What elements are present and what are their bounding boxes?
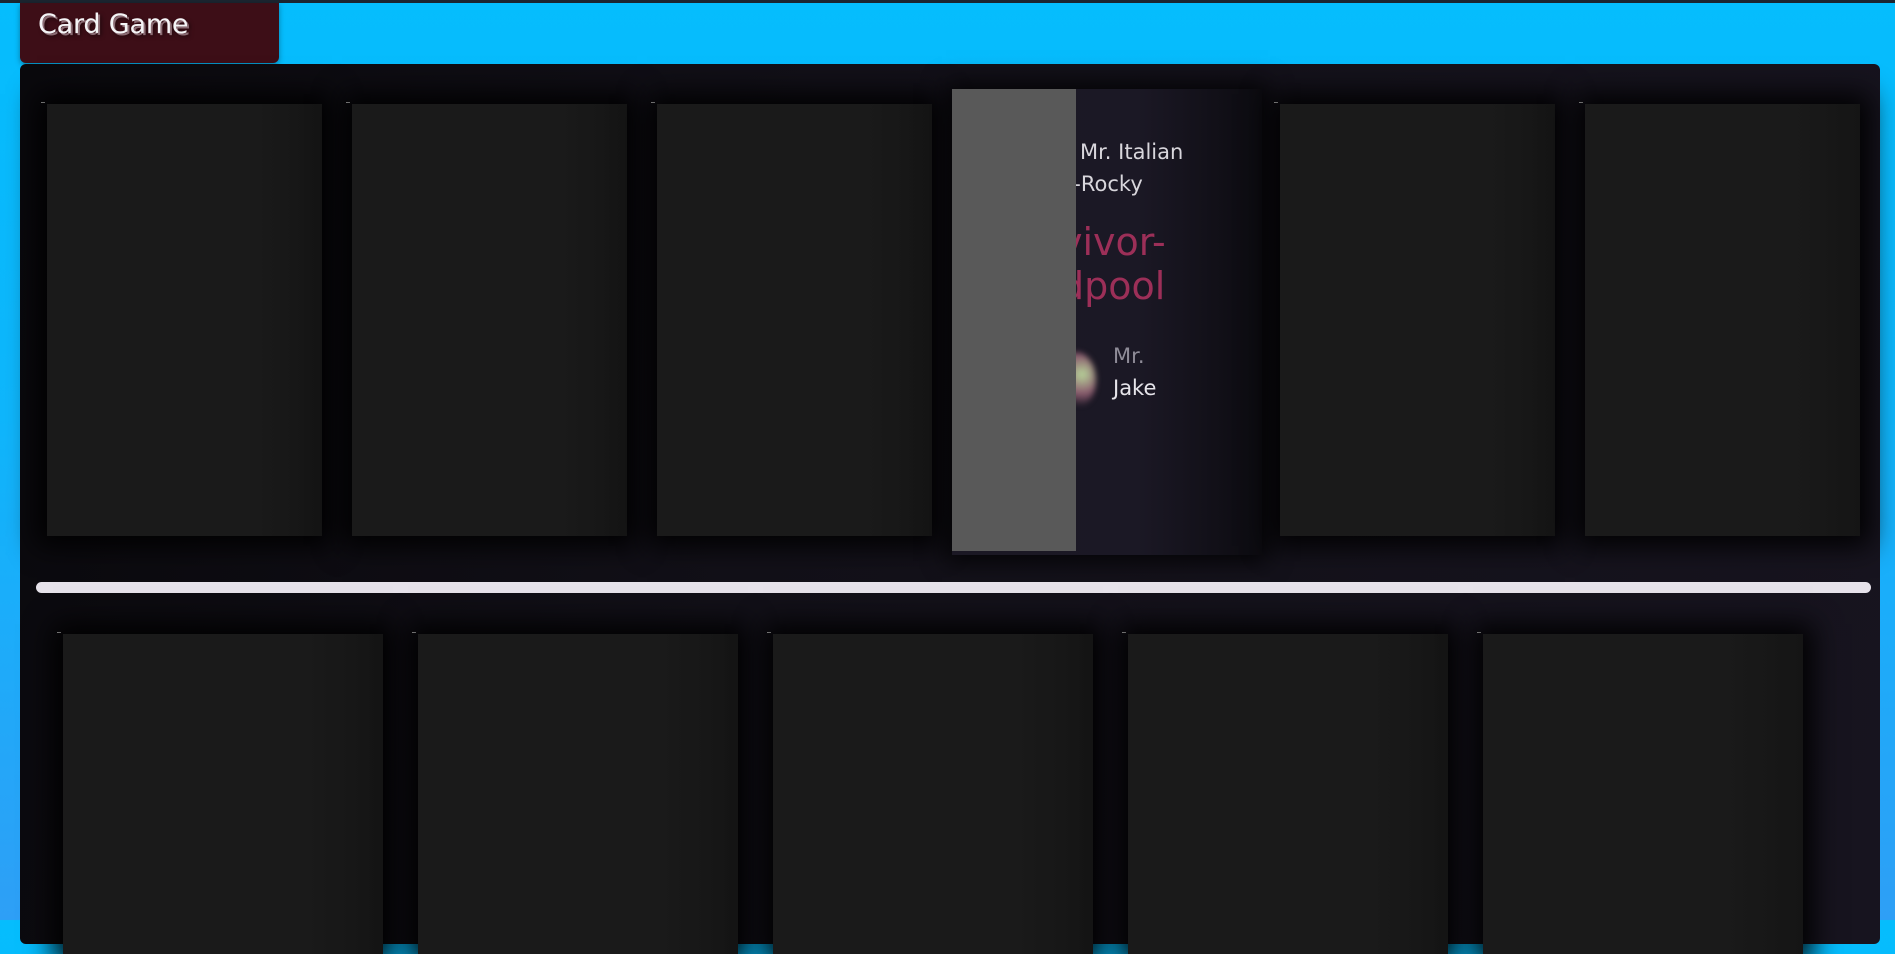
card-back <box>63 634 383 954</box>
card-marker <box>346 102 350 103</box>
card-back <box>47 104 322 536</box>
card-marker <box>1579 102 1583 103</box>
card-bottom-1[interactable] <box>57 632 383 954</box>
card-back <box>1280 104 1555 536</box>
card-flip-panel <box>952 89 1076 551</box>
card-back <box>1585 104 1860 536</box>
card-bottom-5[interactable] <box>1477 632 1803 954</box>
card-marker <box>1122 632 1126 633</box>
card-user-prefix: Mr. <box>1113 344 1145 368</box>
card-back <box>352 104 627 536</box>
card-marker <box>412 632 416 633</box>
card-bottom-4[interactable] <box>1122 632 1448 954</box>
card-marker <box>1274 102 1278 103</box>
card-marker <box>651 102 655 103</box>
card-back <box>418 634 738 954</box>
card-back <box>657 104 932 536</box>
card-marker <box>1477 632 1481 633</box>
card-top-2[interactable] <box>346 102 627 536</box>
window-top-border <box>0 0 1895 3</box>
card-user-name: Jake <box>1113 376 1157 400</box>
card-back <box>773 634 1093 954</box>
game-title: Card Game <box>38 9 189 40</box>
card-top-1[interactable] <box>41 102 322 536</box>
card-marker <box>41 102 45 103</box>
card-back <box>1483 634 1803 954</box>
card-top-6[interactable] <box>1579 102 1860 536</box>
row-divider <box>36 582 1871 593</box>
card-top-5[interactable] <box>1274 102 1555 536</box>
card-marker <box>767 632 771 633</box>
card-bottom-2[interactable] <box>412 632 738 954</box>
card-back <box>1128 634 1448 954</box>
card-quote-line-1: u Mr. Italian <box>1060 140 1184 164</box>
card-marker <box>57 632 61 633</box>
card-bottom-3[interactable] <box>767 632 1093 954</box>
card-top-3[interactable] <box>651 102 932 536</box>
